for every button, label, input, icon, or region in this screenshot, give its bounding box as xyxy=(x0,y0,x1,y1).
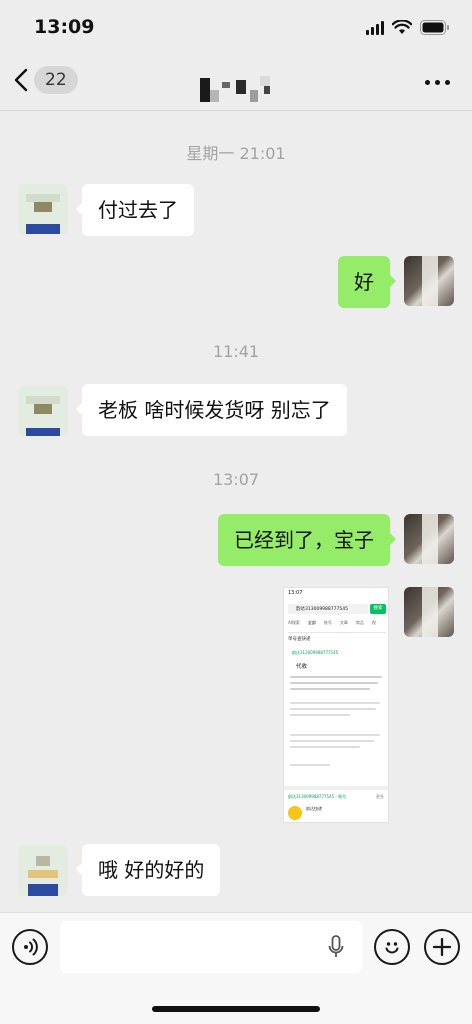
cellular-signal-icon xyxy=(366,20,384,35)
message-bubble[interactable]: 哦 好的好的 xyxy=(75,844,221,896)
message-bubble[interactable]: 付过去了 xyxy=(76,184,194,236)
voice-toggle-button[interactable] xyxy=(12,929,48,965)
my-avatar[interactable] xyxy=(404,587,454,637)
plus-icon xyxy=(432,937,452,957)
screenshot-image-message[interactable]: 13:07 韵达313009988777545 搜索 AI搜索 全部 账号 文章… xyxy=(283,587,389,823)
contact-avatar[interactable] xyxy=(18,184,68,234)
microphone-icon[interactable] xyxy=(328,935,344,959)
contact-avatar[interactable] xyxy=(18,386,68,436)
chevron-left-icon xyxy=(14,68,28,92)
emoji-button[interactable] xyxy=(374,929,410,965)
screenshot-time: 13:07 xyxy=(288,590,303,596)
battery-icon xyxy=(420,20,449,35)
emoji-icon xyxy=(385,942,399,954)
my-avatar[interactable] xyxy=(404,256,454,306)
more-options-button[interactable] xyxy=(425,80,450,85)
contact-name-redacted xyxy=(200,72,280,104)
my-avatar[interactable] xyxy=(404,514,454,564)
header-divider xyxy=(0,110,472,111)
message-bubble[interactable]: 已经到了，宝子 xyxy=(218,514,396,566)
message-bubble[interactable]: 好 xyxy=(338,256,396,308)
courier-logo xyxy=(288,806,302,820)
timestamp: 星期一 21:01 xyxy=(186,144,286,163)
screenshot-search-button: 搜索 xyxy=(370,604,386,614)
timestamp: 11:41 xyxy=(212,342,260,361)
screenshot-search-box: 韵达313009988777545 xyxy=(288,604,368,614)
unread-count-badge: 22 xyxy=(34,66,78,94)
status-bar: 13:09 xyxy=(0,0,472,56)
wifi-icon xyxy=(392,20,412,34)
back-button[interactable]: 22 xyxy=(14,66,78,94)
message-bubble[interactable]: 老板 啥时候发货呀 别忘了 xyxy=(76,384,347,436)
contact-avatar[interactable] xyxy=(18,846,68,896)
voice-icon xyxy=(24,938,38,956)
chat-header: 22 xyxy=(0,56,472,112)
timestamp: 13:07 xyxy=(212,470,260,489)
message-input[interactable] xyxy=(60,921,362,973)
status-icons xyxy=(366,20,450,35)
home-indicator xyxy=(152,1006,320,1012)
status-time: 13:09 xyxy=(34,16,95,38)
screenshot-tabs: AI搜索 全部 账号 文章 商品 视 xyxy=(288,620,376,625)
add-more-button[interactable] xyxy=(424,929,460,965)
